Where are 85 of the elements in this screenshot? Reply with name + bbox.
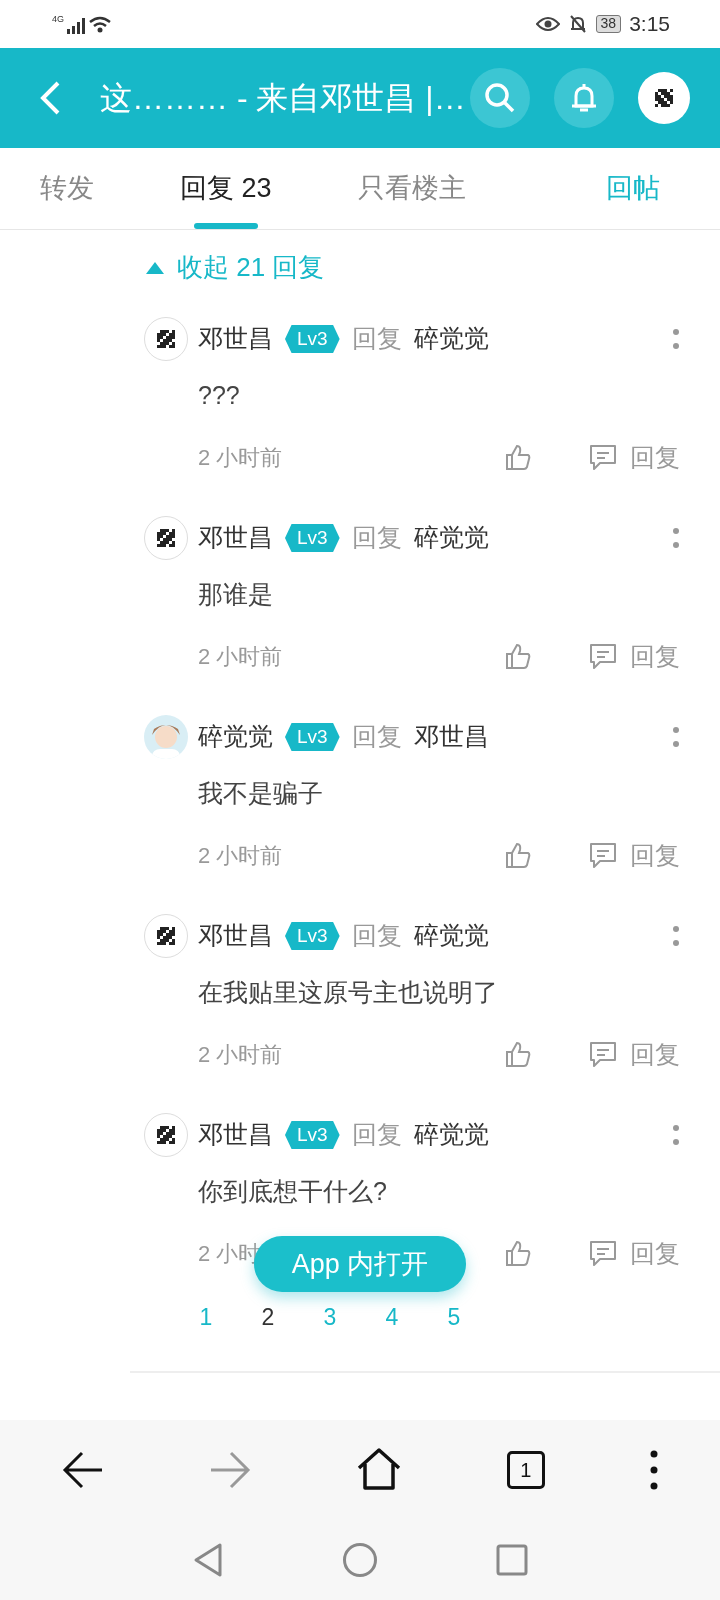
notification-button[interactable] bbox=[554, 68, 614, 128]
timestamp: 2 小时前 bbox=[198, 1040, 283, 1069]
reply-button[interactable]: 回复 bbox=[630, 637, 680, 675]
muted-bell-icon bbox=[567, 14, 588, 34]
avatar bbox=[144, 1113, 188, 1157]
page-link[interactable]: 5 bbox=[444, 1300, 464, 1335]
username[interactable]: 邓世昌 bbox=[198, 1116, 273, 1154]
more-icon[interactable] bbox=[672, 724, 680, 750]
wifi-icon bbox=[88, 15, 112, 34]
back-arrow-icon[interactable] bbox=[62, 1450, 105, 1490]
nav-back-icon[interactable] bbox=[192, 1542, 224, 1578]
reply-target[interactable]: 碎觉觉 bbox=[413, 1116, 489, 1154]
thumbs-up-icon[interactable] bbox=[504, 642, 532, 671]
tab[interactable]: 回复 23 bbox=[180, 148, 272, 229]
avatar bbox=[144, 317, 188, 361]
comment-icon[interactable] bbox=[588, 841, 618, 870]
reply-post-button[interactable]: 回帖 bbox=[606, 148, 660, 229]
page-title: 这……… - 来自邓世昌 |… bbox=[100, 79, 460, 118]
thumbs-up-icon[interactable] bbox=[504, 841, 532, 870]
reply-target[interactable]: 碎觉觉 bbox=[413, 917, 489, 955]
reply-button[interactable]: 回复 bbox=[630, 438, 680, 476]
reply-target[interactable]: 碎觉觉 bbox=[413, 519, 489, 557]
forward-arrow-icon[interactable] bbox=[209, 1450, 252, 1490]
page-link[interactable]: 1 bbox=[196, 1300, 216, 1335]
comment-icon[interactable] bbox=[588, 642, 618, 671]
home-icon[interactable] bbox=[356, 1448, 402, 1492]
reply-target[interactable]: 邓世昌 bbox=[413, 718, 489, 756]
tabs-count-button[interactable]: 1 bbox=[506, 1451, 545, 1489]
timestamp: 2 小时前 bbox=[198, 841, 283, 870]
timestamp: 2 小时前 bbox=[198, 443, 283, 472]
collapse-replies-button[interactable]: 收起 21 回复 bbox=[145, 248, 325, 287]
avatar bbox=[144, 914, 188, 958]
comment-text: 在我贴里这原号主也说明了 bbox=[198, 977, 498, 1008]
comment-text: 你到底想干什么? bbox=[198, 1176, 387, 1207]
username[interactable]: 邓世昌 bbox=[198, 519, 273, 557]
signal-icon bbox=[67, 17, 85, 34]
avatar bbox=[144, 516, 188, 560]
clock: 3:15 bbox=[629, 11, 670, 38]
reply-label: 回复 bbox=[351, 721, 402, 753]
back-icon[interactable] bbox=[38, 80, 62, 116]
battery-indicator: 38 bbox=[595, 15, 622, 33]
reply-button[interactable]: 回复 bbox=[630, 1035, 680, 1073]
reply-label: 回复 bbox=[351, 522, 402, 554]
username[interactable]: 邓世昌 bbox=[198, 917, 273, 955]
thumbs-up-icon[interactable] bbox=[504, 1239, 532, 1268]
menu-icon[interactable] bbox=[649, 1450, 658, 1490]
collapse-arrow-icon bbox=[145, 260, 165, 275]
timestamp: 2 小时前 bbox=[198, 642, 283, 671]
level-badge: Lv3 bbox=[285, 1121, 340, 1149]
more-icon[interactable] bbox=[672, 1122, 680, 1148]
reply-label: 回复 bbox=[351, 323, 402, 355]
search-icon bbox=[483, 81, 517, 115]
comment-text: 我不是骗子 bbox=[198, 778, 323, 809]
reply-button[interactable]: 回复 bbox=[630, 1234, 680, 1272]
thumbs-up-icon[interactable] bbox=[504, 443, 532, 472]
comment-icon[interactable] bbox=[588, 1239, 618, 1268]
network-type: 4G bbox=[52, 14, 64, 24]
thumbs-up-icon[interactable] bbox=[504, 1040, 532, 1069]
reply-button[interactable]: 回复 bbox=[630, 836, 680, 874]
reply-label: 回复 bbox=[351, 920, 402, 952]
search-button[interactable] bbox=[470, 68, 530, 128]
more-icon[interactable] bbox=[672, 923, 680, 949]
nav-home-icon[interactable] bbox=[342, 1542, 378, 1578]
reply-label: 回复 bbox=[351, 1119, 402, 1151]
more-icon[interactable] bbox=[672, 525, 680, 551]
comment-icon[interactable] bbox=[588, 1040, 618, 1069]
nav-recents-icon[interactable] bbox=[496, 1544, 528, 1576]
tab[interactable]: 转发 bbox=[40, 148, 94, 229]
tab[interactable]: 只看楼主 bbox=[357, 148, 466, 229]
comment-text: ??? bbox=[198, 380, 240, 411]
comment-text: 那谁是 bbox=[198, 579, 273, 610]
username[interactable]: 碎觉觉 bbox=[198, 718, 273, 756]
level-badge: Lv3 bbox=[285, 524, 340, 552]
reply-target[interactable]: 碎觉觉 bbox=[413, 320, 489, 358]
comment-icon[interactable] bbox=[588, 443, 618, 472]
page-link[interactable]: 2 bbox=[258, 1300, 278, 1335]
level-badge: Lv3 bbox=[285, 325, 340, 353]
more-icon[interactable] bbox=[672, 326, 680, 352]
user-avatar[interactable] bbox=[638, 72, 690, 124]
level-badge: Lv3 bbox=[285, 922, 340, 950]
eye-icon bbox=[535, 16, 560, 32]
page-link[interactable]: 4 bbox=[382, 1300, 402, 1335]
page-link[interactable]: 3 bbox=[320, 1300, 340, 1335]
username[interactable]: 邓世昌 bbox=[198, 320, 273, 358]
level-badge: Lv3 bbox=[285, 723, 340, 751]
